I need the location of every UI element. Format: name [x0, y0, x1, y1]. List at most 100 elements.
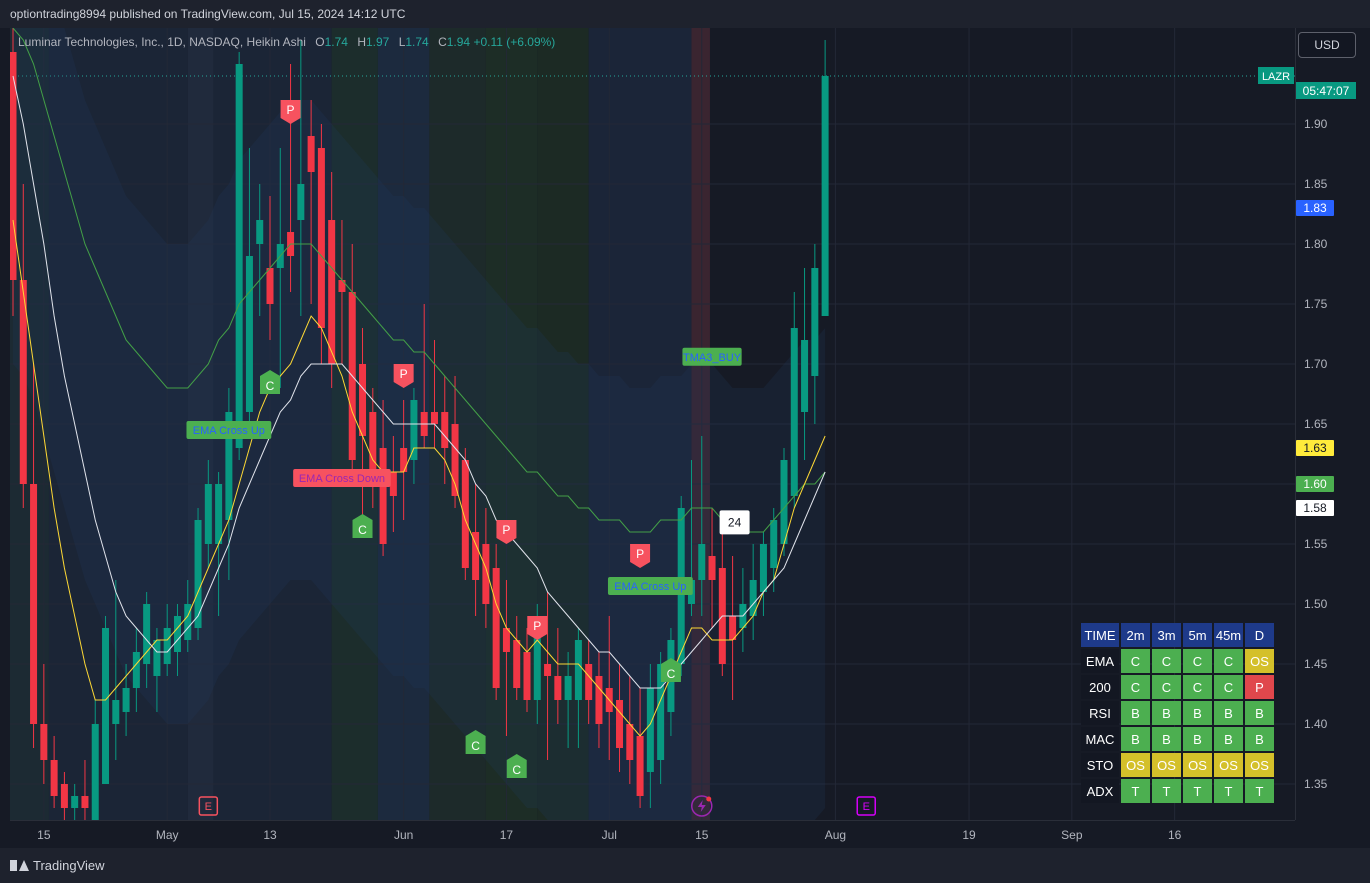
signal-table-cell: B [1152, 701, 1181, 725]
candle-body [759, 544, 767, 592]
earnings-label: E [205, 801, 212, 813]
candle-body [132, 652, 140, 688]
price-marker: 1.63 [1296, 440, 1334, 456]
signal-marker-label: P [287, 103, 295, 117]
time-tick-label: 15 [695, 828, 709, 842]
signal-table-cell: T [1121, 779, 1150, 803]
time-tick-label: 19 [962, 828, 976, 842]
candle-body [379, 448, 387, 544]
candle-body [91, 724, 99, 820]
time-tick-label: 16 [1168, 828, 1182, 842]
annotation-label: EMA Cross Down [293, 469, 391, 487]
open-value: 1.74 [324, 35, 348, 49]
candle-body [430, 412, 438, 424]
signal-table-cell: C [1183, 675, 1212, 699]
signal-marker-label: P [533, 619, 541, 633]
price-axis[interactable]: 1.35 1.40 1.45 1.50 1.55 1.60 1.65 1.70 1.75 1.80… [1258, 28, 1370, 820]
time-tick-label: 17 [500, 828, 514, 842]
time-tick-label: Jun [394, 828, 413, 842]
close-value: 1.94 [446, 35, 471, 49]
price-marker: 1.60 [1296, 476, 1334, 492]
annotation-label: EMA Cross Up [186, 421, 272, 439]
high-label: H [357, 35, 366, 49]
notification-dot [706, 796, 712, 802]
candle-body [646, 688, 654, 772]
candle-body [153, 640, 161, 676]
price-marker-text: 1.58 [1303, 501, 1327, 515]
signal-table-header-cell: 3m [1152, 623, 1181, 647]
signal-table-row-label: MAC [1081, 727, 1119, 751]
price-tick-label: 1.85 [1304, 177, 1328, 191]
price-tick-label: 1.75 [1304, 297, 1328, 311]
signal-marker-label: C [266, 379, 275, 393]
candle-body [194, 520, 202, 628]
candle-body [173, 616, 181, 652]
signal-table-row-label: STO [1081, 753, 1119, 777]
signal-marker-label: P [400, 367, 408, 381]
signal-table-header-cell: 2m [1121, 623, 1150, 647]
signal-table-cell: B [1183, 701, 1212, 725]
candle-body [821, 76, 829, 316]
signal-table-row-label: 200 [1081, 675, 1119, 699]
signal-marker-label: C [667, 667, 676, 681]
price-tick-label: 1.80 [1304, 237, 1328, 251]
signal-table-cell: T [1183, 779, 1212, 803]
candle-body [307, 136, 315, 172]
signal-table-row: RSI B B B B B [1081, 701, 1274, 725]
signal-table-cell: B [1183, 727, 1212, 751]
candle-body [523, 652, 531, 700]
candle-body [266, 268, 274, 304]
tradingview-logo-icon [10, 860, 29, 871]
candle-body [400, 448, 408, 472]
time-tick-label: Sep [1061, 828, 1083, 842]
signal-table-cell: OS [1245, 753, 1274, 777]
signal-table-cell: OS [1152, 753, 1181, 777]
signal-table-row: STO OS OS OS OS OS [1081, 753, 1274, 777]
candle-body [102, 628, 110, 784]
candle-body [461, 460, 469, 568]
candle-body [163, 628, 171, 664]
price-tick-label: 1.35 [1304, 777, 1328, 791]
signal-marker-label: P [636, 547, 644, 561]
signal-table-cell: T [1152, 779, 1181, 803]
price-axis-scale: 1.35 1.40 1.45 1.50 1.55 1.60 1.65 1.70 1.75 1.80… [1258, 67, 1356, 791]
signal-table-cell: P [1245, 675, 1274, 699]
price-marker-text: 1.60 [1303, 477, 1327, 491]
annotation-text: TMA3_BUY [683, 352, 742, 364]
signal-marker-label: P [502, 523, 510, 537]
signal-table-header-cell: TIME [1081, 623, 1119, 647]
time-tick-label: 15 [37, 828, 51, 842]
signal-table-row-label: EMA [1081, 649, 1119, 673]
close-label: C [438, 35, 447, 49]
candle-body [492, 568, 500, 688]
time-tick-label: 13 [263, 828, 277, 842]
signal-table-header-cell: 5m [1183, 623, 1212, 647]
currency-button[interactable]: USD [1298, 32, 1356, 58]
signal-table-cell: OS [1214, 753, 1243, 777]
signal-table-row-label: RSI [1081, 701, 1119, 725]
signal-marker-label: C [471, 739, 480, 753]
candle-body [780, 460, 788, 544]
candle-body [122, 688, 130, 712]
signal-table-cell: OS [1121, 753, 1150, 777]
candle-body [801, 340, 809, 412]
signal-table-row-label: ADX [1081, 779, 1119, 803]
footer-bar: TradingView [0, 848, 1370, 883]
time-tick-label: Aug [825, 828, 846, 842]
price-marker-text: 1.83 [1303, 201, 1327, 215]
time-axis[interactable]: 15May13Jun17Jul15Aug19Sep16Oct [10, 820, 1318, 849]
candle-body [50, 760, 58, 796]
signal-marker-label: C [512, 763, 521, 777]
price-tick-label: 1.40 [1304, 717, 1328, 731]
candle-body [708, 556, 716, 580]
signal-table-row: MAC B B B B B [1081, 727, 1274, 751]
candle-body [544, 664, 552, 676]
candle-body [626, 724, 634, 760]
signal-table-cell: C [1214, 675, 1243, 699]
tradingview-logo[interactable]: TradingView [10, 858, 105, 873]
line-end-label: 24 [719, 510, 750, 535]
price-tick-label: 1.70 [1304, 357, 1328, 371]
annotation-text: EMA Cross Down [299, 473, 385, 485]
candle-body [513, 640, 521, 688]
annotation-text: EMA Cross Up [193, 425, 265, 437]
